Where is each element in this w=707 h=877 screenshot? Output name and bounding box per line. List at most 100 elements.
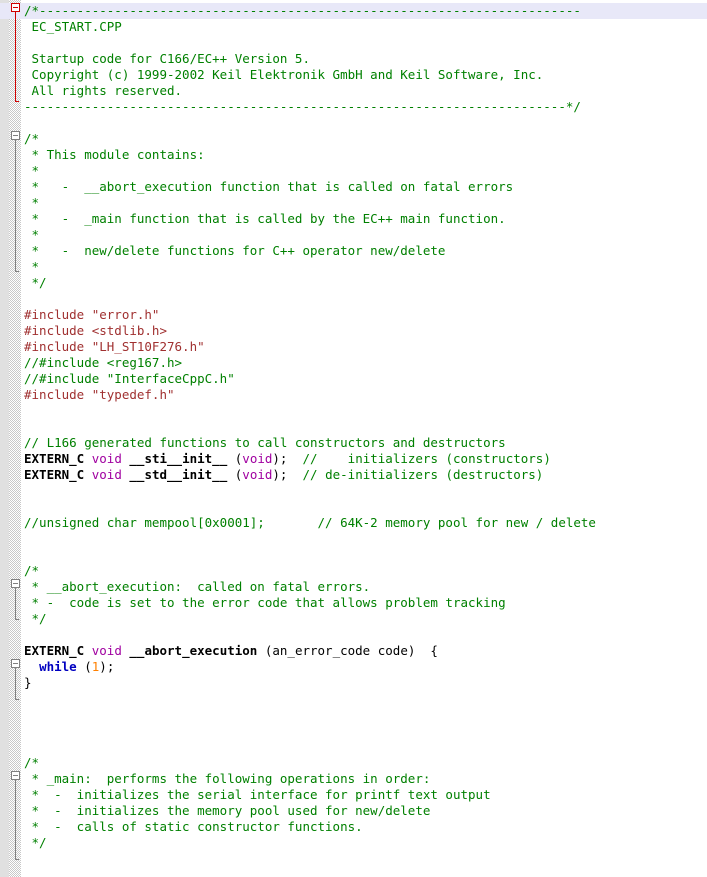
code-line[interactable] xyxy=(0,627,707,643)
token-comment: * - initializes the memory pool used for… xyxy=(24,803,431,818)
code-line-text: */ xyxy=(24,611,47,627)
code-line[interactable]: EXTERN_C void __abort_execution (an_erro… xyxy=(0,643,707,659)
code-line[interactable]: All rights reserved. xyxy=(0,83,707,99)
code-line[interactable]: /*--------------------------------------… xyxy=(0,3,707,19)
code-line[interactable]: /* xyxy=(0,755,707,771)
fold-collapse-icon[interactable] xyxy=(11,579,20,588)
token-ident: __std__init__ xyxy=(129,467,228,482)
fold-collapse-icon[interactable] xyxy=(11,771,20,780)
code-line[interactable]: //#include "InterfaceCppC.h" xyxy=(0,371,707,387)
code-line[interactable]: // L166 generated functions to call cons… xyxy=(0,435,707,451)
code-line-text: * - initializes the serial interface for… xyxy=(24,787,491,803)
token-keyword: void xyxy=(91,451,122,466)
code-line[interactable]: //#include <reg167.h> xyxy=(0,355,707,371)
code-line[interactable] xyxy=(0,547,707,563)
fold-collapse-icon[interactable] xyxy=(11,659,20,668)
code-line-text: EXTERN_C void __sti__init__ (void); // i… xyxy=(24,451,551,467)
code-line[interactable] xyxy=(0,531,707,547)
token-comment: */ xyxy=(24,275,47,290)
fold-range-line xyxy=(15,12,16,101)
code-line[interactable] xyxy=(0,499,707,515)
code-line[interactable]: * __abort_execution: called on fatal err… xyxy=(0,579,707,595)
code-line[interactable]: } xyxy=(0,675,707,691)
code-line[interactable] xyxy=(0,739,707,755)
code-editor-pane[interactable]: /* --------------------------------------… xyxy=(0,0,707,877)
code-line[interactable]: * This module contains: xyxy=(0,147,707,163)
code-line[interactable]: * xyxy=(0,195,707,211)
token-comment: /* xyxy=(24,755,40,770)
code-line-text: #include "typedef.h" xyxy=(24,387,175,403)
code-line[interactable] xyxy=(0,723,707,739)
code-line[interactable]: * - code is set to the error code that a… xyxy=(0,595,707,611)
token-ident: EXTERN_C xyxy=(24,451,85,466)
code-line[interactable]: * xyxy=(0,259,707,275)
code-line-text: Copyright (c) 1999-2002 Keil Elektronik … xyxy=(24,67,544,83)
token-comment: * This module contains: xyxy=(24,147,205,162)
code-line[interactable]: * - _main function that is called by the… xyxy=(0,211,707,227)
token-comment: // L166 generated functions to call cons… xyxy=(24,435,506,450)
code-line[interactable] xyxy=(0,115,707,131)
code-line[interactable]: /* xyxy=(0,131,707,147)
code-line[interactable] xyxy=(0,483,707,499)
code-line-text: EXTERN_C void __abort_execution (an_erro… xyxy=(24,643,438,659)
code-line-text: //#include "InterfaceCppC.h" xyxy=(24,371,235,387)
code-line[interactable]: * - initializes the memory pool used for… xyxy=(0,803,707,819)
token-comment: * - code is set to the error code that a… xyxy=(24,595,506,610)
code-line[interactable]: * _main: performs the following operatio… xyxy=(0,771,707,787)
code-line-text: EC_START.CPP xyxy=(24,19,122,35)
fold-collapse-icon[interactable] xyxy=(11,3,20,12)
code-line[interactable]: Startup code for C166/EC++ Version 5. xyxy=(0,51,707,67)
fold-range-end-tick xyxy=(15,101,19,102)
code-line-text: * - initializes the memory pool used for… xyxy=(24,803,431,819)
token-plain: ); xyxy=(99,659,115,674)
code-line[interactable] xyxy=(0,35,707,51)
code-line[interactable]: #include "typedef.h" xyxy=(0,387,707,403)
code-line[interactable]: EC_START.CPP xyxy=(0,19,707,35)
code-line-text: #include "error.h" xyxy=(24,307,159,323)
code-line[interactable]: while (1); xyxy=(0,659,707,675)
code-line[interactable]: */ xyxy=(0,275,707,291)
code-line[interactable]: */ xyxy=(0,835,707,851)
token-comment: /* xyxy=(24,563,40,578)
fold-range-line xyxy=(15,668,16,699)
code-line-text: //unsigned char mempool[0x0001]; // 64K-… xyxy=(24,515,596,531)
code-line[interactable]: EXTERN_C void __std__init__ (void); // d… xyxy=(0,467,707,483)
token-comment: //#include "InterfaceCppC.h" xyxy=(24,371,235,386)
code-line-text: * - __abort_execution function that is c… xyxy=(24,179,514,195)
code-line[interactable] xyxy=(0,291,707,307)
code-line[interactable]: * xyxy=(0,163,707,179)
code-line[interactable]: * - __abort_execution function that is c… xyxy=(0,179,707,195)
code-line[interactable] xyxy=(0,707,707,723)
code-text-surface[interactable]: /* --------------------------------------… xyxy=(0,0,707,877)
code-line[interactable]: * xyxy=(0,227,707,243)
token-comment: * _main: performs the following operatio… xyxy=(24,771,431,786)
code-line[interactable]: */ xyxy=(0,611,707,627)
code-line[interactable] xyxy=(0,419,707,435)
code-line[interactable] xyxy=(0,403,707,419)
token-comment: // de-initializers (destructors) xyxy=(302,467,544,482)
code-line-text: /* xyxy=(24,131,39,147)
code-line[interactable]: #include "error.h" xyxy=(0,307,707,323)
code-line[interactable]: /* xyxy=(0,563,707,579)
token-comment: // initializers (constructors) xyxy=(302,451,551,466)
code-line[interactable] xyxy=(0,691,707,707)
code-line-text: /* xyxy=(24,755,39,771)
token-comment: /*--------------------------------------… xyxy=(24,3,581,18)
code-line[interactable]: * - initializes the serial interface for… xyxy=(0,787,707,803)
code-line[interactable]: #include <stdlib.h> xyxy=(0,323,707,339)
code-line[interactable]: * - new/delete functions for C++ operato… xyxy=(0,243,707,259)
code-line[interactable]: //unsigned char mempool[0x0001]; // 64K-… xyxy=(0,515,707,531)
code-line[interactable]: EXTERN_C void __sti__init__ (void); // i… xyxy=(0,451,707,467)
code-line-text: while (1); xyxy=(24,659,114,675)
code-line[interactable]: ----------------------------------------… xyxy=(0,99,707,115)
token-comment: * xyxy=(24,259,40,274)
code-line[interactable]: Copyright (c) 1999-2002 Keil Elektronik … xyxy=(0,67,707,83)
code-line[interactable]: * - calls of static constructor function… xyxy=(0,819,707,835)
code-line[interactable]: #include "LH_ST10F276.h" xyxy=(0,339,707,355)
fold-range-line xyxy=(15,588,16,619)
code-line-text: } xyxy=(24,675,32,691)
fold-collapse-icon[interactable] xyxy=(11,131,20,140)
token-comment: * - _main function that is called by the… xyxy=(24,211,506,226)
token-plain: ); xyxy=(272,451,303,466)
